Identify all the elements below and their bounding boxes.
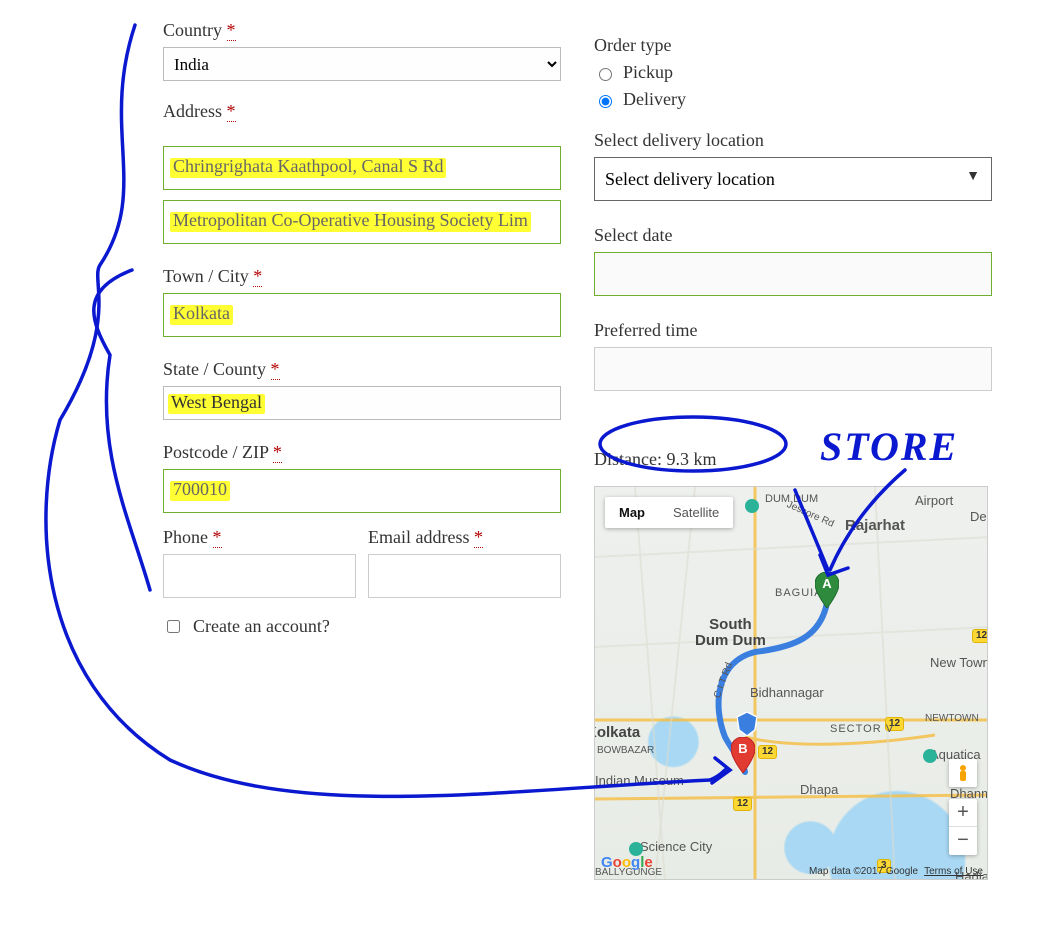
state-select[interactable]: West Bengal [163,386,561,420]
road-badge-12: 12 [733,797,752,811]
delivery-radio[interactable] [599,95,612,108]
map-label-kolkata: Kolkata [594,724,640,741]
email-input[interactable] [368,554,561,598]
select-date-label: Select date [594,225,992,246]
order-panel: Order type Pickup Delivery Select delive… [594,0,992,880]
pickup-radio[interactable] [599,68,612,81]
map-label-bidhannagar: Bidhannagar [750,685,824,700]
map-label-indian-museum: Indian Museum [595,773,684,788]
country-select[interactable]: India [163,47,561,81]
map-label-south-dum-dum: SouthDum Dum [695,617,766,649]
map-label-dhapa: Dhapa [800,782,838,797]
road-badge-12: 12 [758,745,777,759]
pegman-control[interactable] [949,759,977,787]
delivery-label: Delivery [623,89,686,110]
pickup-label: Pickup [623,62,673,83]
map-type-satellite[interactable]: Satellite [659,497,733,528]
delivery-location-select[interactable]: Select delivery location [594,157,992,201]
map-type-map[interactable]: Map [605,497,659,528]
zoom-in-button[interactable]: + [949,799,977,827]
poi-aquatica-icon [923,749,937,763]
state-label: State / County * [163,359,561,380]
address-line2-input[interactable] [163,200,561,244]
route-shield-icon [737,712,757,736]
address-line1-input[interactable] [163,146,561,190]
create-account-checkbox[interactable] [167,620,180,633]
distance-text: Distance: 9.3 km [594,449,992,470]
map-label-sector-v: SECTOR V [830,723,894,735]
map-label-new-town: New Town [930,655,988,670]
map-label-dean: Dean [970,509,988,524]
postcode-label: Postcode / ZIP * [163,442,561,463]
road-badge-12: 12 [972,629,988,643]
create-account-label: Create an account? [193,616,330,637]
zoom-out-button[interactable]: − [949,827,977,855]
map-marker-b: B [731,737,755,773]
map[interactable]: A B 12 12 12 12 3 SouthDum Dum Rajarhat [594,486,988,880]
map-label-rajarhat: Rajarhat [845,517,905,534]
map-label-airport: Airport [915,493,953,508]
phone-label: Phone * [163,527,356,548]
terms-link[interactable]: Terms of Use [924,866,983,877]
map-label-bowbazar: BOWBAZAR [597,745,654,756]
svg-text:A: A [822,576,832,591]
svg-text:Google: Google [601,854,653,871]
map-attribution: Map data ©2017 GoogleTerms of Use [809,866,983,877]
map-label-newtown-small: NEWTOWN [925,713,979,724]
postcode-input[interactable] [163,469,561,513]
phone-input[interactable] [163,554,356,598]
country-label: Country * [163,20,561,41]
address-label: Address * [163,101,561,122]
zoom-control: + − [949,799,977,855]
map-route [595,487,988,880]
city-label: Town / City * [163,266,561,287]
billing-form: Country * India Address * Chringrighata … [163,0,561,637]
city-input[interactable] [163,293,561,337]
google-logo: Google [601,852,659,877]
map-type-control[interactable]: Map Satellite [605,497,733,528]
map-marker-a: A [815,572,839,608]
date-input[interactable] [594,252,992,296]
poi-dum-dum-icon [745,499,759,513]
svg-text:B: B [738,741,747,756]
preferred-time-label: Preferred time [594,320,992,341]
delivery-location-label: Select delivery location [594,130,992,151]
time-input[interactable] [594,347,992,391]
email-label: Email address * [368,527,561,548]
order-type-label: Order type [594,35,992,56]
